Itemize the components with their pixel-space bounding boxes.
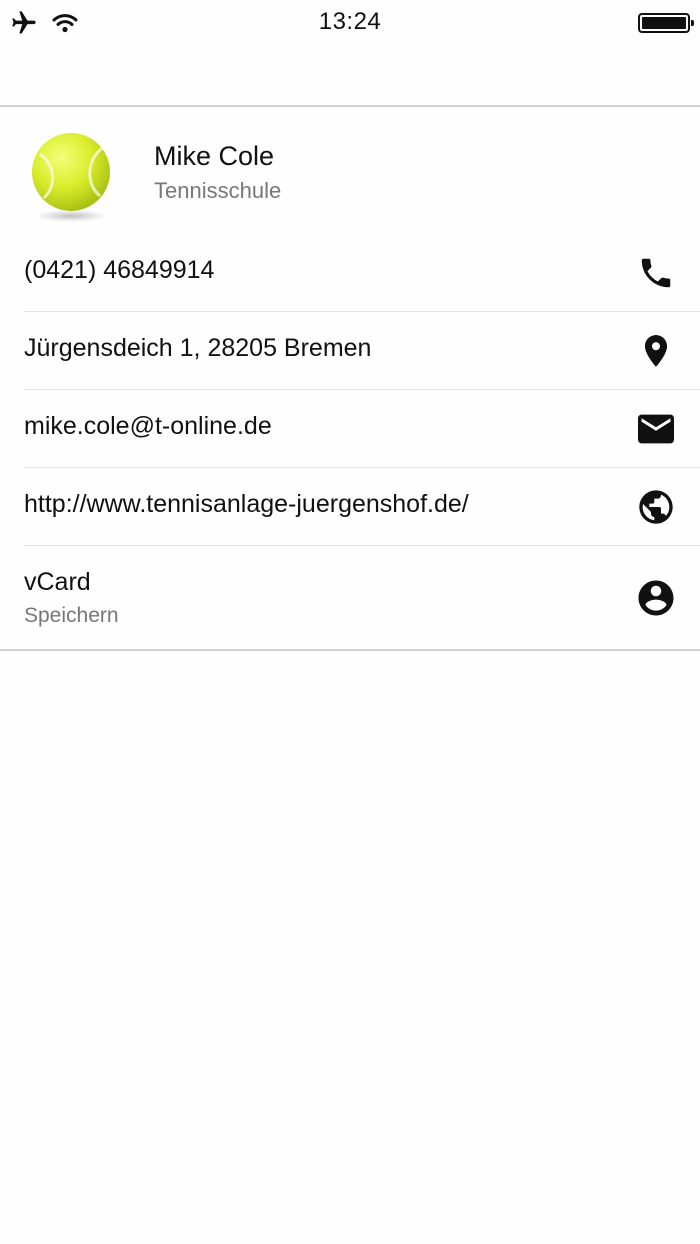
navigation-bar	[0, 46, 700, 107]
globe-icon[interactable]	[634, 485, 678, 529]
contact-detail: Mike Cole Tennisschule (0421) 46849914 J…	[0, 108, 700, 651]
tennis-ball-avatar	[26, 128, 116, 224]
website-row[interactable]: http://www.tennisanlage-juergenshof.de/	[24, 468, 700, 546]
mail-icon[interactable]	[634, 407, 678, 451]
battery-icon	[638, 13, 694, 33]
email-row[interactable]: mike.cole@t-online.de	[24, 390, 700, 468]
address-row[interactable]: Jürgensdeich 1, 28205 Bremen	[24, 312, 700, 390]
map-pin-icon[interactable]	[634, 329, 678, 373]
contact-header: Mike Cole Tennisschule	[0, 108, 700, 234]
vcard-title: vCard	[24, 568, 91, 596]
status-time: 13:24	[318, 8, 382, 35]
address-text: Jürgensdeich 1, 28205 Bremen	[24, 334, 372, 362]
list-bottom-divider	[0, 649, 700, 651]
phone-icon[interactable]	[634, 251, 678, 295]
website-text: http://www.tennisanlage-juergenshof.de/	[24, 490, 469, 518]
vcard-row[interactable]: vCard Speichern	[24, 546, 700, 649]
account-circle-icon[interactable]	[634, 576, 678, 620]
phone-row[interactable]: (0421) 46849914	[24, 234, 700, 312]
email-text: mike.cole@t-online.de	[24, 412, 272, 440]
contact-subtitle: Tennisschule	[154, 178, 282, 203]
vcard-subtitle: Speichern	[24, 604, 119, 627]
contact-name: Mike Cole	[154, 141, 275, 171]
phone-number: (0421) 46849914	[24, 256, 215, 284]
status-bar: 13:24	[0, 0, 700, 46]
